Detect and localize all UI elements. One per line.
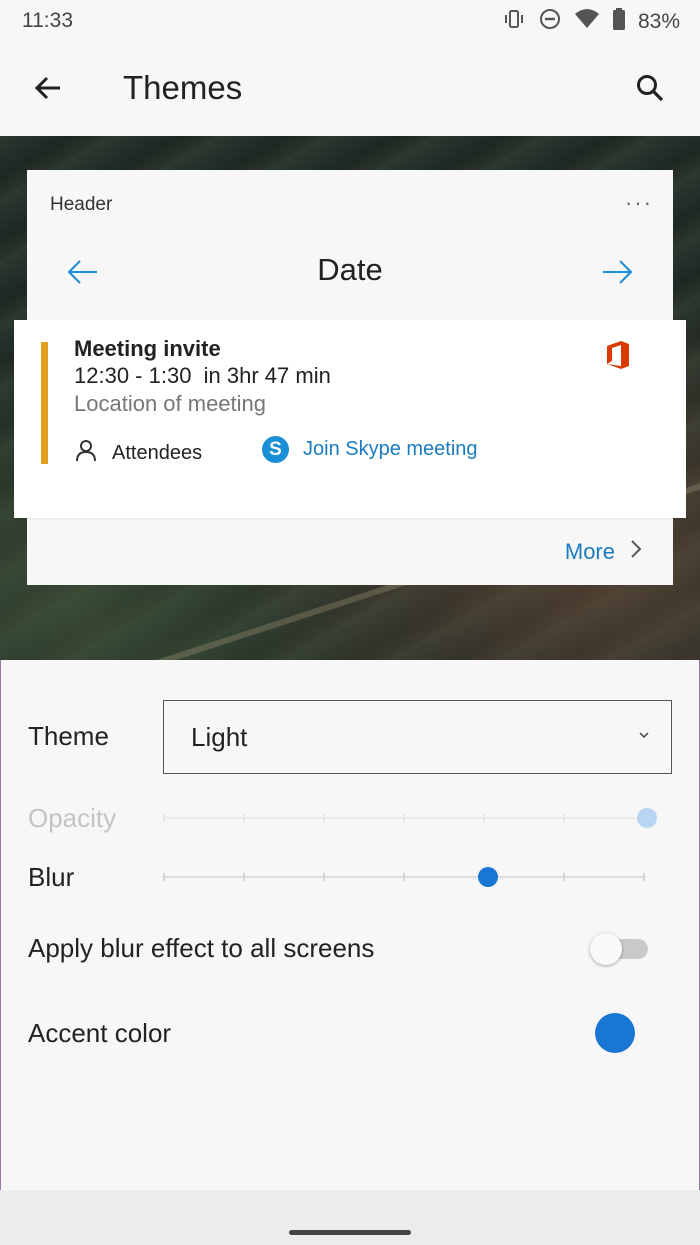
search-icon [635, 73, 665, 108]
battery-percent: 83% [637, 9, 680, 33]
more-horizontal-icon[interactable]: ··· [625, 190, 653, 216]
status-icons: 83% [502, 7, 680, 36]
apply-blur-label: Apply blur effect to all screens [28, 933, 375, 963]
slider-tick [323, 814, 325, 822]
blur-slider[interactable] [163, 862, 645, 892]
person-icon [74, 438, 98, 468]
slider-tick [403, 814, 405, 822]
theme-label: Theme [28, 721, 109, 751]
office-icon [605, 340, 631, 370]
wifi-icon [574, 7, 600, 36]
event-accent-bar [41, 342, 48, 464]
apply-blur-toggle[interactable] [590, 933, 648, 965]
slider-tick [163, 873, 165, 881]
opacity-slider-thumb[interactable] [637, 808, 657, 828]
blur-slider-thumb[interactable] [477, 867, 498, 887]
status-bar: 11:33 83% [0, 0, 700, 44]
accent-color-label: Accent color [28, 1018, 172, 1048]
opacity-label: Opacity [28, 803, 117, 833]
page-title: Themes [123, 69, 243, 106]
slider-tick [643, 873, 645, 881]
arrow-left-icon [33, 73, 63, 108]
event-title: Meeting invite [74, 336, 221, 361]
event-card[interactable]: Meeting invite 12:30 - 1:30 in 3hr 47 mi… [14, 320, 686, 518]
chevron-down-icon [637, 728, 651, 742]
event-location: Location of meeting [74, 391, 267, 416]
arrow-right-icon [599, 260, 635, 294]
more-link[interactable]: More [565, 539, 643, 565]
slider-tick [483, 814, 485, 822]
attendees-label: Attendees [112, 441, 203, 464]
do-not-disturb-icon [538, 7, 562, 36]
slider-tick [563, 814, 565, 822]
slider-tick [243, 814, 245, 822]
chevron-right-icon [629, 539, 643, 565]
opacity-slider[interactable] [163, 803, 657, 833]
widget-header: Header [50, 194, 113, 215]
vibrate-icon [502, 7, 526, 36]
slider-tick [243, 873, 245, 881]
battery-icon [612, 7, 626, 36]
event-time: 12:30 - 1:30 in 3hr 47 min [74, 363, 331, 388]
accent-color-swatch[interactable] [595, 1013, 635, 1053]
slider-tick [323, 873, 325, 881]
slider-tick [163, 814, 165, 822]
theme-dropdown[interactable]: Light [163, 700, 672, 774]
slider-tick [403, 873, 405, 881]
home-gesture-handle[interactable] [289, 1230, 411, 1235]
back-button[interactable] [28, 70, 68, 110]
theme-selected-value: Light [191, 722, 248, 752]
slider-tick [563, 873, 565, 881]
toggle-knob [590, 933, 622, 965]
more-label: More [564, 539, 615, 564]
search-button[interactable] [630, 70, 670, 110]
skype-label: Join Skype meeting [303, 438, 478, 460]
date-label: Date [317, 252, 383, 287]
attendees: Attendees [74, 438, 202, 468]
join-skype-link[interactable]: S Join Skype meeting [262, 436, 478, 463]
app-bar: Themes [0, 44, 700, 136]
date-next-button[interactable] [599, 254, 635, 290]
status-time: 11:33 [22, 9, 73, 32]
system-nav-bar [0, 1190, 700, 1245]
blur-label: Blur [28, 862, 75, 892]
skype-icon: S [262, 436, 289, 463]
